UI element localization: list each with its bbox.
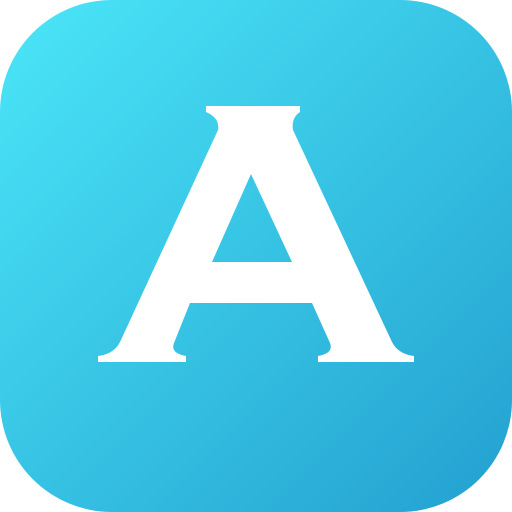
app-icon[interactable] (0, 0, 512, 512)
icon-background (0, 0, 512, 512)
icon-canvas (0, 0, 512, 512)
